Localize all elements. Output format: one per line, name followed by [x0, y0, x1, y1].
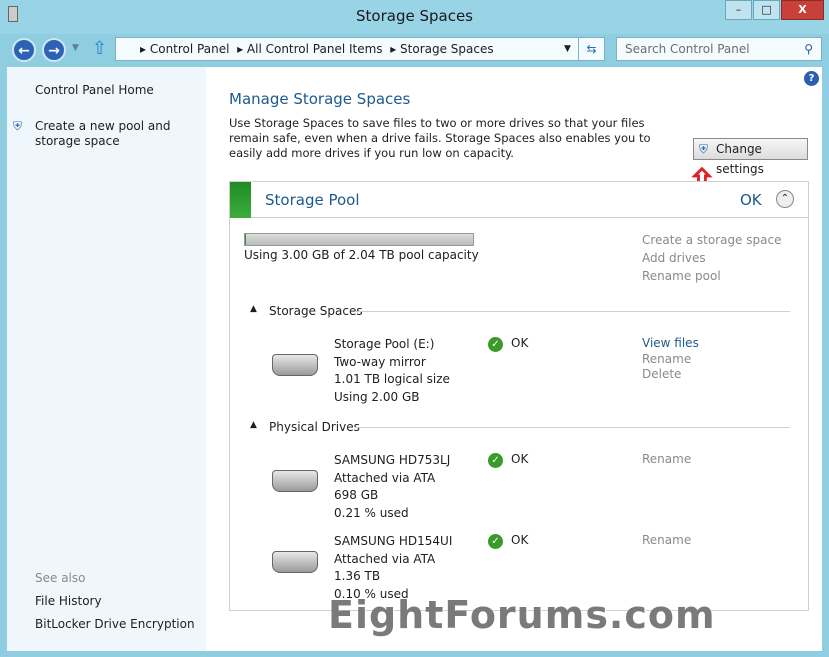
space-usage: Using 2.00 GB: [334, 389, 420, 404]
drive-capacity: 698 GB: [334, 488, 379, 502]
delete-space-link[interactable]: Delete: [642, 367, 681, 381]
drive-capacity: 1.36 TB: [334, 569, 381, 583]
crumb-storage-spaces[interactable]: ▸ Storage Spaces: [390, 42, 493, 56]
divider: [355, 311, 790, 312]
drive-name: SAMSUNG HD154UI: [334, 534, 453, 548]
collapse-drives-icon[interactable]: ▲: [250, 420, 257, 430]
drive-connection: Attached via ATA: [334, 551, 436, 566]
pool-capacity-bar: [244, 233, 474, 246]
drive-status: OK: [511, 533, 529, 547]
divider: [355, 427, 790, 428]
window-title: Storage Spaces: [356, 7, 473, 25]
refresh-icon[interactable]: ⇆: [578, 38, 604, 60]
rename-pool-link[interactable]: Rename pool: [642, 269, 721, 283]
sidebar-home-link[interactable]: Control Panel Home: [35, 83, 154, 97]
space-name: Storage Pool (E:): [334, 337, 435, 351]
pool-header: Storage Pool OK ⌃: [230, 182, 808, 218]
see-also-label: See also: [35, 571, 86, 585]
space-status: OK: [511, 336, 529, 350]
drive-icon: [272, 551, 318, 573]
rename-drive-link[interactable]: Rename: [642, 533, 691, 547]
drive-name: SAMSUNG HD753LJ: [334, 453, 451, 467]
shield-icon: ⛨: [13, 119, 23, 133]
rename-drive-link[interactable]: Rename: [642, 452, 691, 466]
drive-status: OK: [511, 452, 529, 466]
drive-usage: 0.21 % used: [334, 505, 409, 520]
collapse-button[interactable]: ⌃: [776, 190, 794, 208]
sidebar: Control Panel Home ⛨ Create a new pool a…: [7, 67, 206, 651]
address-dropdown-icon[interactable]: ▼: [564, 38, 571, 60]
change-settings-button[interactable]: ⛨ Change settings: [693, 138, 808, 176]
ok-check-icon: ✓: [488, 453, 503, 468]
help-icon[interactable]: ?: [804, 71, 819, 86]
maximize-button[interactable]: □: [753, 0, 780, 20]
file-history-link[interactable]: File History: [35, 594, 102, 608]
space-size: 1.01 TB logical size: [334, 372, 450, 386]
ok-check-icon: ✓: [488, 337, 503, 352]
crumb-control-panel[interactable]: ▸ Control Panel: [140, 42, 229, 56]
search-icon[interactable]: ⚲: [804, 38, 813, 60]
create-storage-space-link[interactable]: Create a storage space: [642, 233, 781, 247]
collapse-spaces-icon[interactable]: ▲: [250, 304, 257, 314]
drive-connection: Attached via ATA: [334, 470, 436, 485]
pool-name: Storage Pool: [265, 191, 360, 209]
add-drives-link[interactable]: Add drives: [642, 251, 706, 265]
storage-spaces-header: Storage Spaces: [269, 304, 363, 318]
bitlocker-link[interactable]: BitLocker Drive Encryption: [35, 617, 195, 631]
watermark: EightForums.com: [328, 593, 716, 637]
sidebar-create-pool-link[interactable]: Create a new pool and storage space: [35, 119, 203, 149]
address-bar[interactable]: ▸ Control Panel ▸ All Control Panel Item…: [115, 37, 605, 61]
ok-check-icon: ✓: [488, 534, 503, 549]
close-button[interactable]: X: [781, 0, 824, 20]
page-title: Manage Storage Spaces: [229, 90, 411, 108]
space-details: Storage Pool (E:) Two-way mirror 1.01 TB…: [334, 336, 450, 406]
rename-space-link[interactable]: Rename: [642, 352, 691, 366]
recent-dropdown-icon[interactable]: ▼: [72, 43, 79, 53]
forward-button[interactable]: →: [42, 38, 66, 62]
crumb-all-items[interactable]: ▸ All Control Panel Items: [237, 42, 382, 56]
storage-pool-panel: Storage Pool OK ⌃ Using 3.00 GB of 2.04 …: [229, 181, 809, 611]
pool-status-bar: [230, 182, 251, 218]
drive-icon: [272, 470, 318, 492]
physical-drives-header: Physical Drives: [269, 420, 360, 434]
pool-status: OK: [740, 191, 762, 209]
drive-icon: [272, 354, 318, 376]
search-input[interactable]: Search Control Panel ⚲: [616, 37, 822, 61]
back-button[interactable]: ←: [12, 38, 36, 62]
minimize-button[interactable]: –: [725, 0, 752, 20]
up-button[interactable]: ⇧: [92, 38, 107, 59]
view-files-link[interactable]: View files: [642, 336, 699, 350]
uac-shield-icon: ⛨: [699, 142, 709, 156]
page-description: Use Storage Spaces to save files to two …: [229, 116, 651, 160]
space-resiliency: Two-way mirror: [334, 354, 426, 369]
drive-details: SAMSUNG HD753LJ Attached via ATA 698 GB …: [334, 452, 450, 522]
pool-usage-text: Using 3.00 GB of 2.04 TB pool capacity: [244, 248, 479, 262]
